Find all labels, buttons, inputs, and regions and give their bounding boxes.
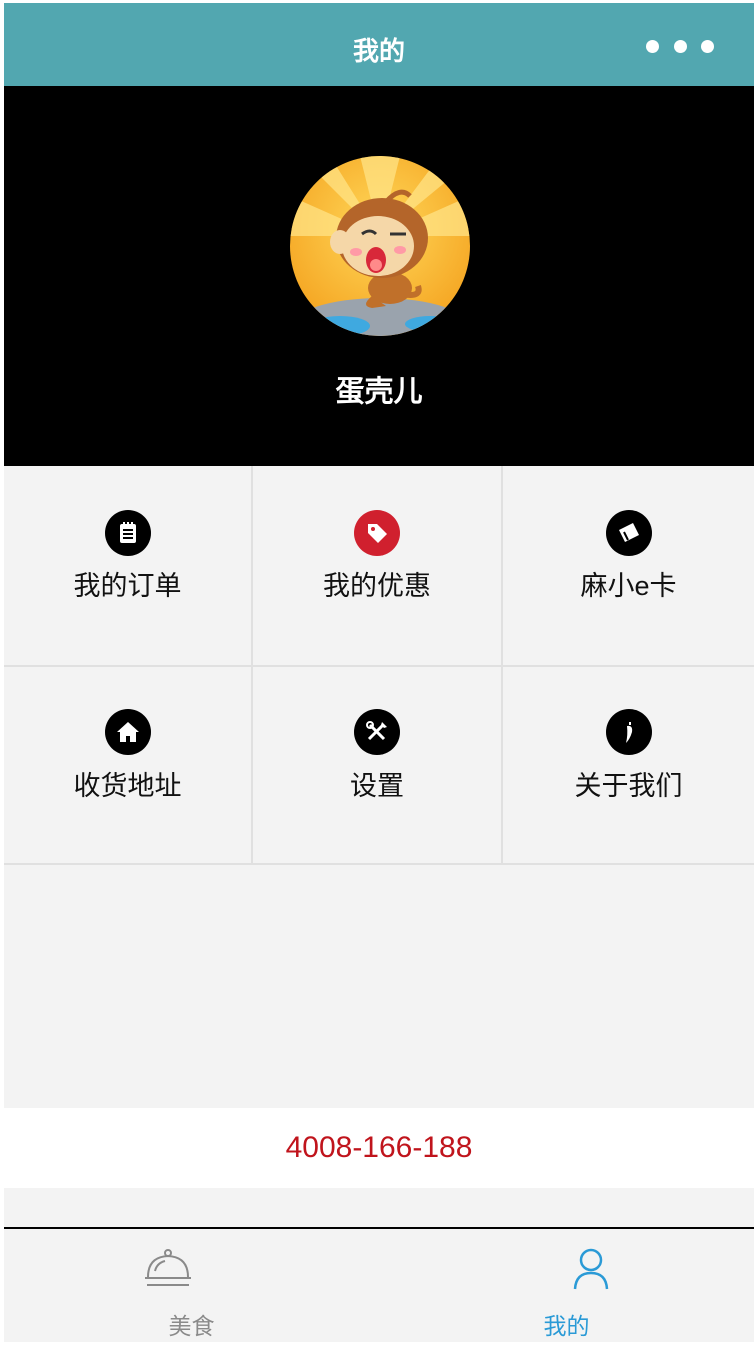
- menu-item-label: 我的订单: [73, 571, 182, 601]
- menu-item-label: 麻小e卡: [580, 571, 677, 601]
- menu-grid: 我的订单 我的优惠 麻小e卡 收货地址 设置 关于我们: [4, 466, 754, 865]
- menu-item-orders[interactable]: 我的订单: [4, 466, 253, 667]
- monkey-avatar-icon: [290, 156, 470, 336]
- tab-mine[interactable]: 我的: [379, 1229, 754, 1342]
- dot: [673, 39, 687, 53]
- card-icon: [605, 510, 652, 556]
- user-icon: [566, 1247, 616, 1291]
- menu-item-label: 我的优惠: [323, 571, 431, 601]
- dot: [701, 39, 714, 53]
- tab-label: 我的: [543, 1313, 590, 1339]
- username: 蛋壳儿: [335, 376, 423, 408]
- phone-number: 4008-166-188: [285, 1131, 473, 1164]
- price-tag-icon: [354, 510, 400, 556]
- more-dots-icon[interactable]: [646, 39, 714, 53]
- avatar[interactable]: [290, 156, 470, 336]
- menu-item-ecard[interactable]: 麻小e卡: [503, 466, 754, 667]
- bottom-tabbar: 美食 我的: [4, 1227, 754, 1342]
- tab-label: 美食: [168, 1313, 215, 1339]
- tools-icon: [354, 709, 400, 755]
- top-navbar: 我的: [4, 0, 754, 86]
- food-cloche-icon: [143, 1247, 193, 1291]
- tab-food[interactable]: 美食: [4, 1229, 379, 1342]
- home-icon: [104, 709, 151, 755]
- menu-item-settings[interactable]: 设置: [253, 667, 503, 865]
- menu-item-label: 关于我们: [574, 771, 683, 801]
- pepper-icon: [605, 709, 652, 755]
- menu-item-address[interactable]: 收货地址: [4, 667, 253, 865]
- app-frame: 我的 蛋壳儿 我的订单 我的优惠 麻小e卡 收货地址 设置 关于我们 4008-…: [4, 0, 754, 1342]
- page-title: 我的: [352, 36, 405, 66]
- menu-item-coupons[interactable]: 我的优惠: [253, 466, 503, 667]
- order-list-icon: [104, 510, 151, 556]
- menu-item-about[interactable]: 关于我们: [503, 667, 754, 865]
- phone-link[interactable]: 4008-166-188: [4, 1108, 754, 1188]
- menu-item-label: 设置: [350, 771, 404, 801]
- menu-item-label: 收货地址: [73, 771, 182, 801]
- profile-header: 蛋壳儿: [4, 86, 754, 466]
- dot: [646, 39, 659, 53]
